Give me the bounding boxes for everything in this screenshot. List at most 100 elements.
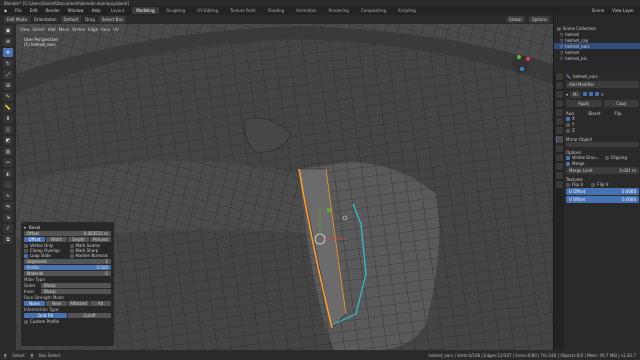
object-tab-icon[interactable]: [556, 127, 563, 134]
view-menu[interactable]: View: [20, 27, 30, 32]
edge-slide-tool-icon[interactable]: ⇋: [3, 202, 13, 211]
face-mode-affected[interactable]: Affected: [68, 301, 89, 306]
transform-tool-icon[interactable]: ⊞: [3, 81, 13, 90]
v-offset-field[interactable]: V Offset 0.0000: [566, 196, 639, 203]
modifier-tab-icon[interactable]: [556, 136, 563, 143]
options-dropdown[interactable]: Options: [528, 16, 550, 23]
uv-menu[interactable]: UV: [113, 27, 119, 32]
view-layer-tab-icon[interactable]: [556, 100, 563, 107]
tab-rendering[interactable]: Rendering: [325, 7, 353, 14]
width-type-depth[interactable]: Depth: [68, 237, 89, 242]
width-type-width[interactable]: Width: [46, 237, 67, 242]
width-type-percent[interactable]: Percent: [90, 237, 111, 242]
rotate-tool-icon[interactable]: ↻: [3, 59, 13, 68]
harden-normals-checkbox[interactable]: [69, 253, 74, 258]
scale-tool-icon[interactable]: ⤢: [3, 70, 13, 79]
data-tab-icon[interactable]: [556, 172, 563, 179]
operator-header[interactable]: ▾ Bevel: [24, 224, 111, 230]
show-in-viewport-toggle[interactable]: [588, 92, 593, 96]
menu-file[interactable]: File: [13, 8, 24, 13]
add-menu[interactable]: Add: [48, 27, 56, 32]
tab-animation[interactable]: Animation: [292, 7, 320, 14]
clamp-overlap-checkbox[interactable]: [24, 248, 28, 253]
physics-tab-icon[interactable]: [556, 154, 563, 161]
mode-dropdown[interactable]: Edit Mode: [4, 16, 30, 23]
mirror-object-field[interactable]: [566, 142, 639, 147]
custom-profile-checkbox[interactable]: [24, 319, 28, 324]
shrink-tool-icon[interactable]: ⇲: [3, 213, 13, 222]
merge-limit-field[interactable]: Merge Limit 0.001 m: [566, 167, 639, 174]
inset-tool-icon[interactable]: ◫: [3, 125, 13, 134]
apply-button[interactable]: Apply: [566, 100, 602, 107]
tool-tab-icon[interactable]: [556, 73, 563, 80]
measure-tool-icon[interactable]: 📏: [3, 103, 13, 112]
face-mode-none[interactable]: None: [24, 301, 45, 306]
copy-button[interactable]: Copy: [603, 100, 639, 107]
face-mode-all[interactable]: All: [90, 301, 111, 306]
vertex-only-checkbox[interactable]: [24, 243, 28, 248]
segments-field[interactable]: Segments 1: [24, 259, 111, 264]
tab-compositing[interactable]: Compositing: [357, 7, 390, 14]
vertex-menu[interactable]: Vertex: [72, 27, 85, 32]
orientation-dropdown[interactable]: Default: [60, 16, 82, 23]
shear-tool-icon[interactable]: ⫽: [3, 224, 13, 233]
menu-edit[interactable]: Edit: [28, 8, 40, 13]
clipping-checkbox[interactable]: [604, 155, 609, 160]
menu-window[interactable]: Window: [66, 8, 86, 13]
bevel-tool-icon[interactable]: ◩: [3, 136, 13, 145]
material-field[interactable]: Material -1: [24, 271, 111, 276]
axis-z-checkbox[interactable]: [566, 128, 570, 133]
mesh-menu[interactable]: Mesh: [59, 27, 70, 32]
smooth-tool-icon[interactable]: ≈: [3, 191, 13, 200]
tab-layout[interactable]: Layout: [107, 7, 129, 14]
tab-texture-paint[interactable]: Texture Paint: [226, 7, 260, 14]
blender-logo-icon[interactable]: ◆: [2, 8, 9, 13]
collapse-chevron-icon[interactable]: ▾: [24, 225, 26, 230]
axis-y-checkbox[interactable]: [566, 122, 570, 127]
loop-cut-tool-icon[interactable]: ▥: [3, 147, 13, 156]
tab-shading[interactable]: Shading: [264, 7, 288, 14]
width-type-offset[interactable]: Offset: [24, 237, 45, 242]
inner-miter-dropdown[interactable]: Sharp: [41, 289, 111, 294]
select-box-tool-icon[interactable]: ▣: [3, 26, 13, 35]
axis-x-checkbox[interactable]: [566, 116, 570, 121]
material-tab-icon[interactable]: [556, 181, 563, 188]
view-layer-selector[interactable]: View Layer: [610, 8, 636, 13]
tab-scripting[interactable]: Scripting: [394, 7, 420, 14]
world-tab-icon[interactable]: [556, 118, 563, 125]
move-tool-icon[interactable]: ✥: [3, 48, 13, 57]
extrude-tool-icon[interactable]: ⬆: [3, 114, 13, 123]
face-menu[interactable]: Face: [101, 27, 110, 32]
face-mode-new[interactable]: New: [46, 301, 67, 306]
menu-help[interactable]: Help: [90, 8, 103, 13]
intersection-cutoff[interactable]: Cutoff: [68, 313, 111, 318]
vertex-groups-checkbox[interactable]: [566, 155, 570, 160]
tab-modeling[interactable]: Modeling: [132, 7, 159, 14]
scene-tab-icon[interactable]: [556, 109, 563, 116]
profile-field[interactable]: Profile 0.500: [24, 265, 111, 270]
scene-selector[interactable]: Scene: [590, 8, 606, 13]
outer-miter-dropdown[interactable]: Sharp: [41, 283, 111, 288]
intersection-grid-fill[interactable]: Grid Fill: [24, 313, 67, 318]
tab-uv-editing[interactable]: UV Editing: [193, 7, 222, 14]
close-icon[interactable]: ×: [601, 92, 604, 97]
edge-menu[interactable]: Edge: [88, 27, 98, 32]
mark-seams-checkbox[interactable]: [69, 243, 74, 248]
offset-field[interactable]: Offset 0.003515 m: [24, 231, 111, 236]
particles-tab-icon[interactable]: [556, 145, 563, 152]
render-tab-icon[interactable]: [556, 82, 563, 89]
expand-chevron-icon[interactable]: ▾: [566, 92, 568, 97]
output-tab-icon[interactable]: [556, 91, 563, 98]
transform-orientation-dropdown[interactable]: Global: [505, 16, 525, 23]
outliner-row[interactable]: ▽ helmet_bis: [554, 55, 640, 61]
show-in-render-toggle[interactable]: [594, 92, 599, 96]
tab-sculpting[interactable]: Sculpting: [163, 7, 190, 14]
poly-build-tool-icon[interactable]: ◭: [3, 169, 13, 178]
select-box-dropdown[interactable]: Select Box: [98, 16, 126, 23]
flip-v-checkbox[interactable]: [591, 182, 596, 187]
show-in-editmode-toggle[interactable]: [582, 92, 587, 96]
menu-render[interactable]: Render: [44, 8, 62, 13]
spin-tool-icon[interactable]: ◌: [3, 180, 13, 189]
loop-slide-checkbox[interactable]: [24, 253, 28, 258]
merge-checkbox[interactable]: [566, 161, 570, 166]
